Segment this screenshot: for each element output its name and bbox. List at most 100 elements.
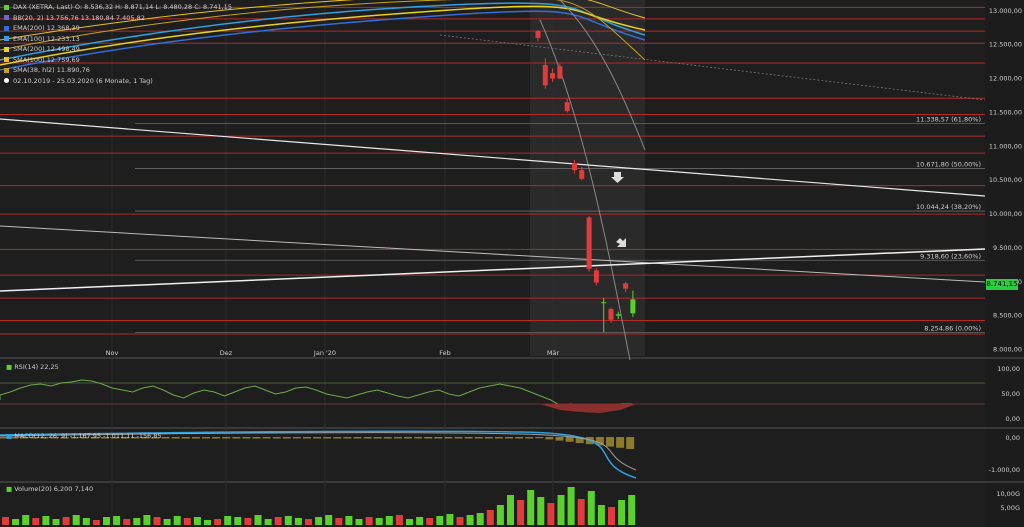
legend-ema200: EMA(200) 12.368,39 [13, 24, 80, 32]
volume-bar [416, 517, 424, 525]
volume-tick-label: 10,00G [996, 490, 1020, 498]
volume-bar [335, 518, 343, 525]
candle-body [557, 66, 563, 79]
legend-range: 02.10.2019 - 25.03.2020 (6 Monate, 1 Tag… [13, 76, 153, 85]
volume-bar [325, 515, 333, 525]
macd-histogram-bar [181, 437, 190, 439]
candle-body [550, 73, 556, 79]
price-tick-label: 11.000,00 [989, 142, 1022, 150]
macd-tick-label: 0,00 [1006, 434, 1020, 442]
macd-histogram-bar [404, 437, 412, 439]
volume-bar [103, 517, 110, 525]
macd-histogram-bar [353, 437, 362, 439]
rsi-tick-label: 100,00 [997, 365, 1020, 373]
macd-histogram-bar [303, 437, 311, 439]
volume-bar [274, 517, 282, 525]
volume-bar [466, 515, 474, 525]
macd-histogram-bar [464, 437, 473, 439]
volume-bar [284, 516, 292, 525]
volume-bar [52, 519, 60, 525]
macd-histogram-bar [161, 437, 170, 439]
macd-label: ■ MACD(12, 26, 9) -1.167,95 -1.011,11 -1… [6, 432, 162, 440]
x-axis-label: Jan '20 [313, 349, 336, 357]
volume-bar [597, 505, 605, 525]
volume-bar [395, 515, 403, 525]
macd-histogram-bar [565, 437, 574, 442]
rsi-label: ■ RSI(14) 22,25 [6, 363, 59, 371]
legend-row: SMA(200) 12.498,49 [4, 44, 232, 55]
macd-histogram-bar [333, 437, 342, 439]
volume-label: ■ Volume(20) 6,200 7,140 [6, 485, 94, 493]
legend-range-row: 02.10.2019 - 25.03.2020 (6 Monate, 1 Tag… [4, 76, 232, 87]
volume-bar [173, 516, 181, 525]
macd-histogram-bar [515, 437, 524, 439]
x-axis-label: Mär [547, 349, 560, 357]
macd-histogram-bar [191, 437, 200, 439]
volume-bar [628, 495, 636, 525]
candle-body [630, 299, 636, 314]
rsi-tick-label: 0,00 [1006, 415, 1020, 423]
volume-bar [476, 513, 484, 525]
volume-bar [355, 519, 363, 525]
macd-histogram-bar [444, 437, 453, 439]
macd-histogram-bar [232, 437, 241, 439]
fib-label: 9.318,60 (23,60%) [920, 252, 981, 260]
fib-label: 10.671,80 (50,00%) [916, 161, 981, 169]
macd-histogram-bar [484, 437, 493, 439]
volume-bar [345, 516, 353, 525]
volume-bar [12, 519, 20, 525]
volume-bar [517, 500, 525, 525]
volume-bar [486, 510, 494, 525]
volume-bar [72, 515, 80, 525]
volume-bar [92, 520, 100, 525]
chart-legend: DAX (XETRA, Last) O: 8.536,32 H: 8.871,1… [4, 2, 232, 86]
fib-label: 8.254,86 (0,00%) [924, 324, 981, 332]
legend-title: DAX (XETRA, Last) O: 8.536,32 H: 8.871,1… [13, 3, 232, 11]
macd-histogram-bar [343, 437, 352, 439]
macd-histogram-bar [525, 437, 534, 439]
legend-ema100: EMA(100) 12.233,13 [13, 34, 80, 43]
volume-bar [62, 517, 70, 525]
macd-histogram-bar [414, 437, 423, 439]
price-tick-label: 12.000,00 [989, 75, 1022, 83]
price-tick-label: 8.500,00 [993, 312, 1022, 320]
candle-body [579, 170, 585, 179]
macd-histogram-bar [626, 437, 635, 449]
volume-bar [204, 520, 211, 525]
volume-bar [264, 519, 272, 525]
macd-histogram-bar [242, 437, 251, 439]
volume-bar [426, 518, 434, 525]
volume-tick-label: 5,00G [1000, 504, 1020, 512]
legend-row: SMA(38, hl2) 11.890,76 [4, 65, 232, 76]
highlight-zone [530, 0, 645, 356]
candle-body [542, 64, 548, 86]
price-tick-label: 8.000,00 [993, 346, 1022, 354]
x-axis-label: Dez [220, 349, 233, 357]
candle-body [586, 217, 592, 269]
volume-bar [365, 517, 373, 525]
macd-histogram-bar [434, 437, 443, 439]
volume-bar [183, 518, 191, 525]
volume-bar [163, 519, 171, 525]
macd-histogram-bar [282, 437, 291, 439]
macd-histogram-bar [393, 437, 402, 439]
candle-body [608, 308, 614, 320]
volume-bar [608, 507, 615, 525]
macd-histogram-bar [292, 437, 301, 439]
macd-histogram-bar [474, 437, 483, 439]
x-axis-label: Feb [439, 349, 451, 357]
price-tick-label: 12.500,00 [989, 41, 1022, 49]
rsi-oversold-fill [540, 404, 636, 413]
volume-bar [618, 500, 626, 525]
volume-bar [406, 519, 413, 525]
price-tick-label: 11.500,00 [989, 108, 1022, 116]
volume-bar [133, 518, 141, 525]
last-price-badge: 8.741,15 [986, 279, 1018, 290]
macd-histogram-bar [252, 437, 261, 439]
macd-histogram-bar [212, 437, 221, 439]
volume-bar [294, 518, 302, 525]
price-tick-label: 13.000,00 [989, 7, 1022, 15]
candle-body [623, 283, 629, 289]
legend-row: EMA(100) 12.233,13 [4, 34, 232, 45]
volume-bar [82, 518, 90, 525]
